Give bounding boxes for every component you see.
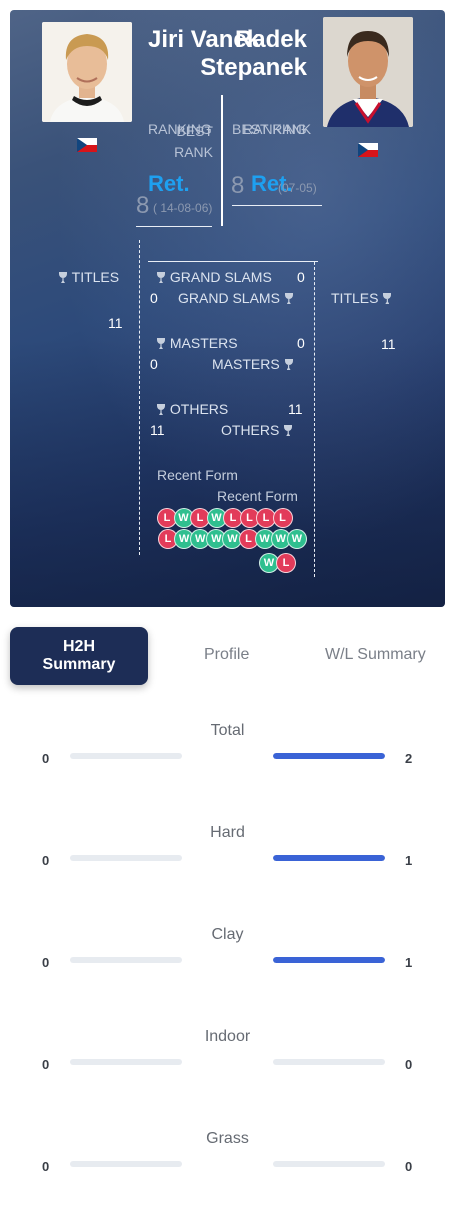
player2-recent-form-label: Recent Form <box>217 488 298 504</box>
player1-h2h-score: 0 <box>42 1057 50 1072</box>
player2-ranking-label: RANKING <box>243 121 307 137</box>
player1-ranking-value: Ret. <box>148 171 190 196</box>
player2-photo[interactable] <box>323 17 413 127</box>
masters-text: MASTERS <box>169 335 238 351</box>
tab-h2h-label: H2H Summary <box>42 638 116 673</box>
player1-others-label: OTHERS <box>156 401 228 417</box>
player1-form-result[interactable]: L <box>272 508 293 528</box>
player2-h2h-bar <box>273 1161 385 1167</box>
player2-h2h-score: 1 <box>405 955 413 970</box>
player1-masters-label: MASTERS <box>156 335 238 351</box>
player1-rank-underline <box>136 226 212 227</box>
player2-grand-slams-label: GRAND SLAMS <box>178 290 294 306</box>
player1-avatar <box>42 22 132 122</box>
player2-h2h-score: 0 <box>405 1159 413 1174</box>
player1-others-value: 11 <box>288 401 303 417</box>
player2-h2h-bar-fill <box>273 855 385 861</box>
player2-name-line2[interactable]: Stepanek <box>200 54 307 82</box>
player2-h2h-bar-fill <box>273 753 385 759</box>
h2h-category-label: Grass <box>206 1130 249 1147</box>
player1-masters-value: 0 <box>297 335 305 351</box>
grand-slams-text: GRAND SLAMS <box>169 269 272 285</box>
player1-h2h-bar <box>70 753 182 759</box>
h2h-category-label: Clay <box>211 926 244 943</box>
player1-h2h-bar <box>70 957 182 963</box>
stats-left-divider <box>139 240 140 555</box>
player1-photo[interactable] <box>42 22 132 122</box>
player1-best-rank-date: ( 14-08-06) <box>153 201 213 215</box>
player1-h2h-bar <box>70 1059 182 1065</box>
trophy-icon <box>156 404 166 415</box>
player1-titles-value: 11 <box>108 315 123 331</box>
trophy-icon <box>156 338 166 349</box>
tab-bar: H2H Summary Profile W/L Summary <box>10 627 445 685</box>
player1-recent-form-label: Recent Form <box>157 467 238 483</box>
others-text: OTHERS <box>221 422 280 438</box>
player2-h2h-score: 0 <box>405 1057 413 1072</box>
player1-h2h-bar <box>70 855 182 861</box>
player1-grand-slams-label: GRAND SLAMS <box>156 269 272 285</box>
masters-text: MASTERS <box>212 356 280 372</box>
player2-h2h-bar <box>273 1059 385 1065</box>
player2-best-rank-date: (07-05) <box>278 181 317 195</box>
trophy-icon <box>284 359 294 370</box>
player1-best-rank-value: 8 <box>136 192 150 219</box>
player2-h2h-bar <box>273 753 385 759</box>
player2-others-label: OTHERS <box>221 422 293 438</box>
grand-slams-text: GRAND SLAMS <box>178 290 280 306</box>
player2-masters-label: MASTERS <box>212 356 294 372</box>
h2h-category-label: Hard <box>210 824 245 841</box>
player1-flag-czech-icon <box>77 138 97 152</box>
others-text: OTHERS <box>169 401 229 417</box>
stats-top-line <box>148 261 318 262</box>
player1-best-rank-label: BEST RANK <box>173 121 213 163</box>
player2-titles-value: 11 <box>381 336 396 352</box>
player2-h2h-bar <box>273 855 385 861</box>
trophy-icon <box>283 425 293 436</box>
player2-flag-czech-icon <box>358 143 378 157</box>
player2-best-rank-value: 8 <box>231 172 245 199</box>
h2h-category-label: Indoor <box>204 1028 251 1045</box>
player1-h2h-bar <box>70 1161 182 1167</box>
titles-text: TITLES <box>71 269 120 285</box>
player2-h2h-bar-fill <box>273 957 385 963</box>
player2-form-result[interactable]: L <box>276 553 296 573</box>
player2-rank-underline <box>232 205 322 206</box>
player2-form-result[interactable]: W <box>286 529 307 549</box>
tab-profile[interactable]: Profile <box>204 646 249 664</box>
player2-name-line1[interactable]: Radek <box>235 26 307 54</box>
player2-h2h-score: 1 <box>405 853 413 868</box>
player2-h2h-bar <box>273 957 385 963</box>
tab-wl-summary[interactable]: W/L Summary <box>325 646 426 664</box>
tab-h2h-summary[interactable]: H2H Summary <box>10 627 148 685</box>
player2-others-value: 11 <box>150 422 165 438</box>
player2-masters-value: 0 <box>150 356 158 372</box>
player2-h2h-score: 2 <box>405 751 413 766</box>
trophy-icon <box>156 272 166 283</box>
rank-divider <box>221 95 223 226</box>
h2h-category-label: Total <box>210 722 245 739</box>
player1-h2h-score: 0 <box>42 853 50 868</box>
player1-titles-label: TITLES <box>58 269 119 285</box>
player2-titles-label: TITLES <box>331 290 392 306</box>
trophy-icon <box>284 293 294 304</box>
player1-grand-slams-value: 0 <box>297 269 305 285</box>
player1-h2h-score: 0 <box>42 751 50 766</box>
trophy-icon <box>382 293 392 304</box>
player1-h2h-score: 0 <box>42 955 50 970</box>
stats-right-divider <box>314 262 315 577</box>
trophy-icon <box>58 272 68 283</box>
player2-grand-slams-value: 0 <box>150 290 158 306</box>
player2-avatar <box>323 17 413 127</box>
best-rank-text: BEST RANK <box>174 123 213 160</box>
player1-h2h-score: 0 <box>42 1159 50 1174</box>
titles-text: TITLES <box>331 290 379 306</box>
